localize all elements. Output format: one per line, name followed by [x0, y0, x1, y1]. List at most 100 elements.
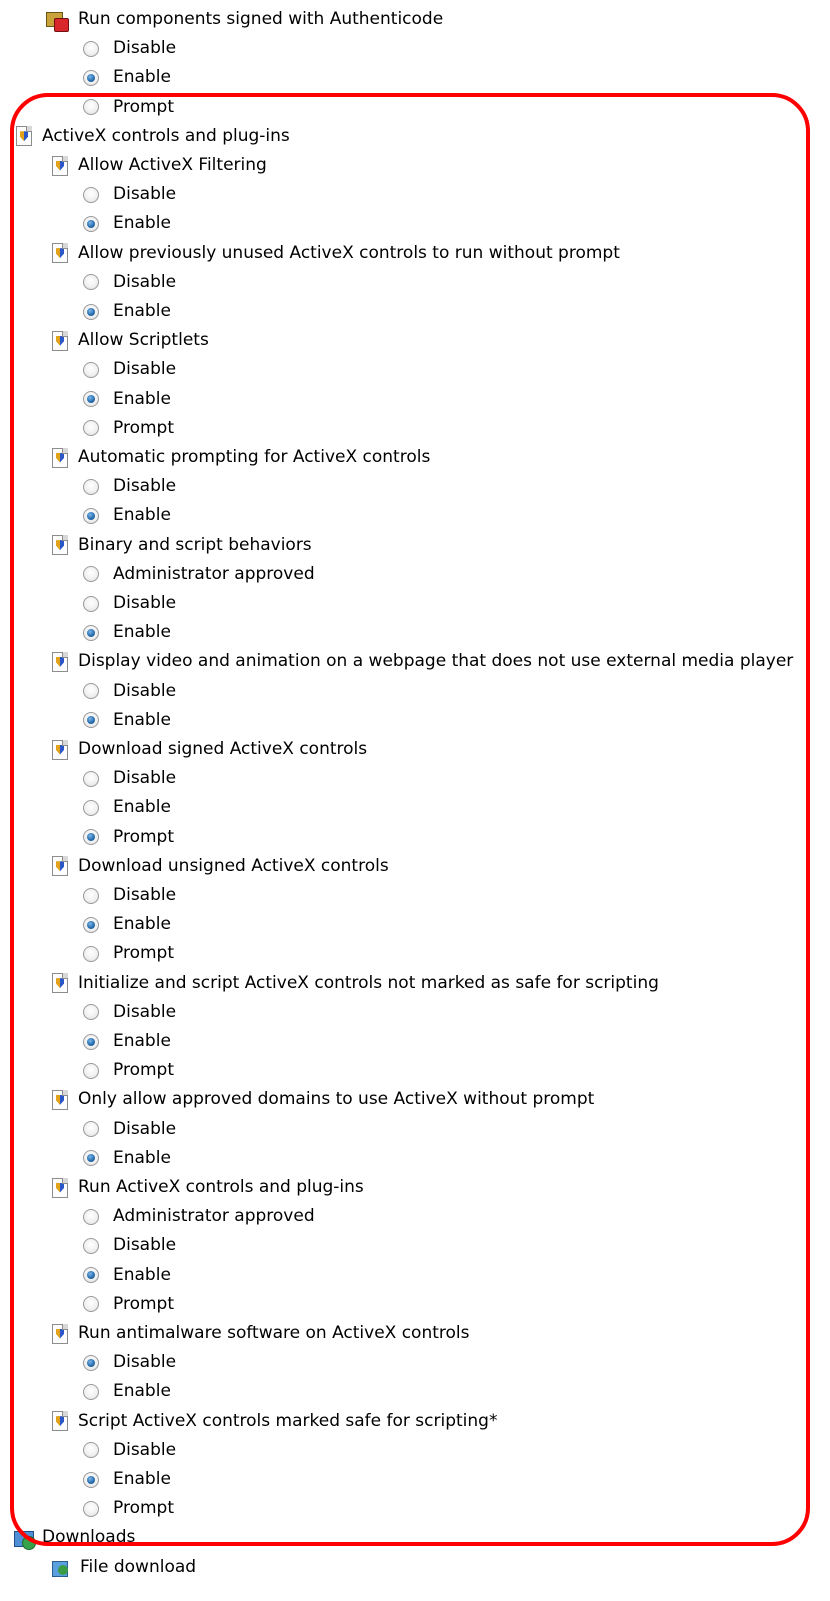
tree-item-file-download[interactable]: File download — [50, 1553, 196, 1582]
setting-label: Automatic prompting for ActiveX controls — [78, 447, 431, 467]
option-run-antimalware-software-on-activex-cont-disable[interactable]: Disable — [83, 1348, 176, 1377]
option-allow-activex-filtering-disable[interactable]: Disable — [83, 180, 176, 209]
tree-item-allow-activex-filtering[interactable]: Allow ActiveX Filtering — [52, 151, 267, 180]
radio-button[interactable] — [83, 595, 99, 612]
option-automatic-prompting-for-activex-controls-disable[interactable]: Disable — [83, 472, 176, 501]
radio-button[interactable] — [83, 566, 99, 583]
radio-button[interactable] — [83, 1500, 99, 1517]
option-binary-and-script-behaviors-enable[interactable]: Enable — [83, 618, 171, 647]
radio-button[interactable] — [83, 770, 99, 787]
tree-item-binary-and-script-behaviors[interactable]: Binary and script behaviors — [52, 531, 312, 560]
radio-button-selected[interactable] — [83, 829, 99, 846]
radio-button[interactable] — [83, 274, 99, 291]
radio-button-selected[interactable] — [83, 215, 99, 232]
radio-button-selected[interactable] — [83, 1354, 99, 1371]
option-label: Enable — [113, 622, 171, 643]
option-binary-and-script-behaviors-disable[interactable]: Disable — [83, 589, 176, 618]
option-only-allow-approved-domains-to-use-activ-enable[interactable]: Enable — [83, 1144, 171, 1173]
radio-button[interactable] — [83, 478, 99, 495]
option-allow-scriptlets-prompt[interactable]: Prompt — [83, 414, 174, 443]
option-download-unsigned-activex-controls-prompt[interactable]: Prompt — [83, 939, 174, 968]
policy-document-icon — [52, 973, 68, 994]
option-download-signed-activex-controls-enable[interactable]: Enable — [83, 793, 171, 822]
tree-item-download-signed-activex-controls[interactable]: Download signed ActiveX controls — [52, 735, 367, 764]
tree-item-download-unsigned-activex-controls[interactable]: Download unsigned ActiveX controls — [52, 852, 389, 881]
radio-button-selected[interactable] — [83, 69, 99, 86]
option-download-unsigned-activex-controls-disable[interactable]: Disable — [83, 881, 176, 910]
option-automatic-prompting-for-activex-controls-enable[interactable]: Enable — [83, 501, 171, 530]
radio-button[interactable] — [83, 1442, 99, 1459]
tree-item-script-activex-controls-marked-safe-for-[interactable]: Script ActiveX controls marked safe for … — [52, 1407, 497, 1436]
radio-button-selected[interactable] — [83, 712, 99, 729]
option-script-activex-controls-marked-safe-for--enable[interactable]: Enable — [83, 1465, 171, 1494]
radio-button[interactable] — [83, 99, 99, 116]
tree-item-display-video-and-animation-on-a-webpage[interactable]: Display video and animation on a webpage… — [52, 647, 793, 676]
radio-button[interactable] — [83, 1237, 99, 1254]
option-only-allow-approved-domains-to-use-activ-disable[interactable]: Disable — [83, 1115, 176, 1144]
radio-button[interactable] — [83, 1004, 99, 1021]
option-run-antimalware-software-on-activex-cont-enable[interactable]: Enable — [83, 1377, 171, 1406]
tree-item-automatic-prompting-for-activex-controls[interactable]: Automatic prompting for ActiveX controls — [52, 443, 430, 472]
policy-document-icon — [52, 447, 68, 468]
option-run-activex-controls-and-plug-ins-enable[interactable]: Enable — [83, 1261, 171, 1290]
radio-button-selected[interactable] — [83, 507, 99, 524]
option-script-activex-controls-marked-safe-for--disable[interactable]: Disable — [83, 1436, 176, 1465]
option-label: Administrator approved — [113, 563, 315, 584]
option-allow-previously-unused-activex-controls-disable[interactable]: Disable — [83, 268, 176, 297]
radio-button[interactable] — [83, 186, 99, 203]
radio-button[interactable] — [83, 1296, 99, 1313]
tree-group-downloads[interactable]: Downloads — [14, 1523, 135, 1552]
radio-button[interactable] — [83, 1121, 99, 1138]
option-initialize-and-script-activex-controls-n-disable[interactable]: Disable — [83, 998, 176, 1027]
option-display-video-and-animation-on-a-webpage-disable[interactable]: Disable — [83, 677, 176, 706]
radio-button[interactable] — [83, 361, 99, 378]
option-label: Disable — [113, 593, 177, 613]
tree-item-allow-previously-unused-activex-controls[interactable]: Allow previously unused ActiveX controls… — [52, 239, 620, 268]
radio-button-selected[interactable] — [83, 1033, 99, 1050]
option-run-activex-controls-and-plug-ins-prompt[interactable]: Prompt — [83, 1290, 174, 1319]
tree-item-allow-scriptlets[interactable]: Allow Scriptlets — [52, 326, 209, 355]
option-allow-activex-filtering-enable[interactable]: Enable — [83, 209, 171, 238]
radio-button[interactable] — [83, 1208, 99, 1225]
radio-button-selected[interactable] — [83, 1267, 99, 1284]
radio-button-selected[interactable] — [83, 1150, 99, 1167]
radio-button-selected[interactable] — [83, 391, 99, 408]
option-authenticode-enable[interactable]: Enable — [83, 63, 171, 92]
option-allow-scriptlets-disable[interactable]: Disable — [83, 355, 176, 384]
tree-group-activex-controls-and-plug-ins[interactable]: ActiveX controls and plug-ins — [16, 122, 290, 151]
radio-button[interactable] — [83, 945, 99, 962]
tree-item-initialize-and-script-activex-controls-n[interactable]: Initialize and script ActiveX controls n… — [52, 969, 659, 998]
option-authenticode-prompt[interactable]: Prompt — [83, 93, 174, 122]
policy-document-icon — [16, 126, 32, 147]
option-download-unsigned-activex-controls-enable[interactable]: Enable — [83, 910, 171, 939]
tree-item-run-components-authenticode[interactable]: Run components signed with Authenticode — [46, 5, 443, 34]
radio-button[interactable] — [83, 420, 99, 437]
option-label: Disable — [113, 1001, 177, 1022]
option-allow-previously-unused-activex-controls-enable[interactable]: Enable — [83, 297, 171, 326]
option-initialize-and-script-activex-controls-n-prompt[interactable]: Prompt — [83, 1056, 174, 1085]
radio-button[interactable] — [83, 1062, 99, 1079]
option-initialize-and-script-activex-controls-n-enable[interactable]: Enable — [83, 1027, 171, 1056]
option-authenticode-disable[interactable]: Disable — [83, 34, 176, 63]
policy-document-icon — [52, 1411, 68, 1432]
tree-item-only-allow-approved-domains-to-use-activ[interactable]: Only allow approved domains to use Activ… — [52, 1085, 594, 1114]
radio-button-selected[interactable] — [83, 303, 99, 320]
tree-item-run-activex-controls-and-plug-ins[interactable]: Run ActiveX controls and plug-ins — [52, 1173, 364, 1202]
radio-button[interactable] — [83, 1383, 99, 1400]
option-display-video-and-animation-on-a-webpage-enable[interactable]: Enable — [83, 706, 171, 735]
radio-button[interactable] — [83, 683, 99, 700]
tree-item-run-antimalware-software-on-activex-cont[interactable]: Run antimalware software on ActiveX cont… — [52, 1319, 470, 1348]
option-run-activex-controls-and-plug-ins-administrator-approved[interactable]: Administrator approved — [83, 1202, 315, 1231]
radio-button-selected[interactable] — [83, 624, 99, 641]
radio-button-selected[interactable] — [83, 916, 99, 933]
option-script-activex-controls-marked-safe-for--prompt[interactable]: Prompt — [83, 1494, 174, 1523]
option-allow-scriptlets-enable[interactable]: Enable — [83, 385, 171, 414]
option-download-signed-activex-controls-prompt[interactable]: Prompt — [83, 823, 174, 852]
option-run-activex-controls-and-plug-ins-disable[interactable]: Disable — [83, 1231, 176, 1260]
radio-button-selected[interactable] — [83, 1471, 99, 1488]
radio-button[interactable] — [83, 40, 99, 57]
radio-button[interactable] — [83, 799, 99, 816]
radio-button[interactable] — [83, 887, 99, 904]
option-binary-and-script-behaviors-administrator-approved[interactable]: Administrator approved — [83, 560, 315, 589]
option-download-signed-activex-controls-disable[interactable]: Disable — [83, 764, 176, 793]
